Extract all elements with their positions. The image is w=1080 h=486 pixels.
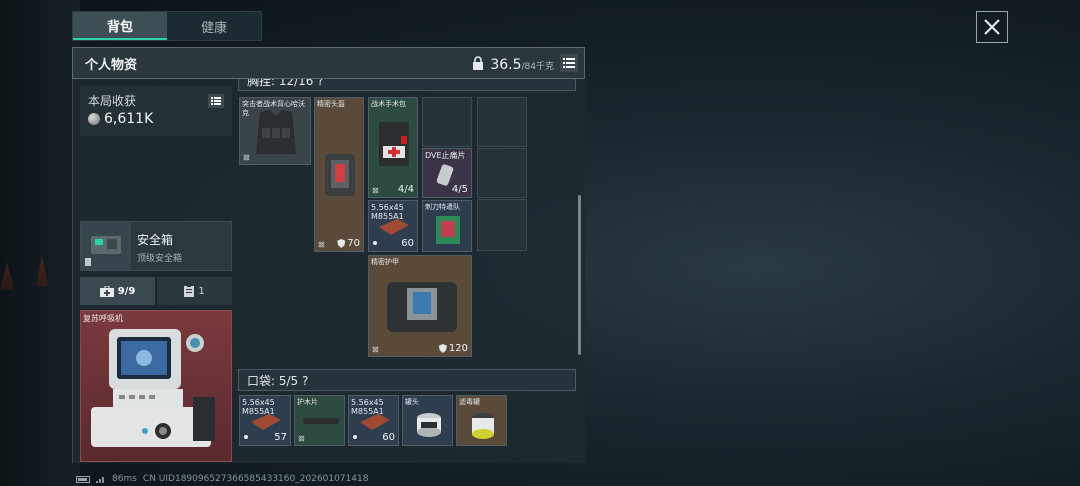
item-count: 60 [401, 238, 414, 249]
vest-image [256, 110, 296, 154]
battery-icon [76, 475, 90, 483]
revive-item-name: 复苏呼吸机 [83, 314, 123, 323]
item-name: 护木片 [297, 398, 318, 406]
revive-ventilator-item[interactable]: 复苏呼吸机 [80, 310, 232, 462]
empty-slot[interactable] [477, 199, 527, 251]
close-button[interactable] [976, 11, 1008, 43]
subtab-clipboard-label: 1 [198, 285, 205, 297]
safe-box-thumbnail [81, 222, 131, 270]
subtab-medkit-label: 9/9 [117, 285, 136, 297]
item-tag: ⊠ [318, 240, 325, 249]
pocket-header: 口袋: 5/5 ? [238, 369, 576, 391]
inventory-grid: 胸挂: 12/16 ? 突击者战术背心哈沃克 ⊠ 精密头盔 ⊠ 70 战术手术包… [237, 79, 580, 463]
background-left [0, 0, 80, 486]
tab-backpack[interactable]: 背包 [73, 12, 167, 40]
bayonet-squad-image [436, 216, 460, 244]
helmet-image [325, 154, 355, 196]
item-name: 罐头 [405, 398, 419, 406]
handguard-item[interactable]: 护木片 ⊠ [294, 395, 345, 446]
item-count: 57 [274, 432, 287, 443]
handguard-image [303, 418, 339, 424]
ventilator-image [91, 329, 215, 447]
painkiller-item[interactable]: DVE止痛片 4/5 [422, 148, 472, 198]
item-name: 战术手术包 [371, 100, 406, 108]
grid-scrollbar[interactable] [578, 195, 581, 355]
ammo-box-image [251, 414, 281, 430]
clipboard-icon [184, 285, 195, 297]
top-tabs: 背包 健康 [72, 11, 262, 41]
empty-slot[interactable] [477, 148, 527, 198]
pocket-ammo-item[interactable]: 5.56x45 M855A1 57 [239, 395, 291, 446]
empty-slot[interactable] [477, 97, 527, 147]
item-tag: ⊠ [243, 153, 250, 162]
uid-text: CN UID18909652736658543316​0_20260107141… [142, 474, 369, 484]
bayonet-squad-item[interactable]: 刺刀特遣队 [422, 200, 472, 252]
item-tag: ⊠ [372, 186, 379, 195]
weight-max: /84千克 [521, 61, 555, 72]
page-title: 个人物资 [85, 57, 138, 73]
item-name: DVE止痛片 [425, 151, 466, 160]
weight-current: 36.5 [490, 56, 522, 73]
surgery-kit-item[interactable]: 战术手术包 ⊠ 4/4 [368, 97, 418, 198]
close-icon [984, 19, 1000, 35]
item-tag: ⊠ [372, 345, 379, 354]
ammo-m855a1-item[interactable]: 5.56x45 M855A1 60 [368, 200, 418, 252]
chest-rig-header: 胸挂: 12/16 ? [238, 79, 576, 91]
can-image [417, 413, 441, 437]
item-durability: 120 [448, 343, 468, 354]
safe-box-subtitle: 顶级安全箱 [137, 254, 183, 264]
ping-value: 86ms [112, 474, 137, 484]
precision-armor-item[interactable]: 精密护甲 ⊠ 120 [368, 255, 472, 357]
item-count: 4/4 [397, 184, 414, 195]
earnings-value: 6,611K [104, 111, 154, 127]
ammo-dot [244, 435, 248, 439]
item-count: 4/5 [451, 184, 468, 195]
item-count: 60 [382, 432, 395, 443]
item-name: 滤毒罐 [459, 398, 480, 406]
ammo-box-image [360, 414, 390, 430]
earnings-panel: 本局收获 6,611K [80, 86, 232, 136]
durability-shield-icon [438, 344, 447, 353]
item-name: 精密头盔 [317, 100, 345, 108]
list-icon [563, 58, 575, 68]
surgery-kit-image [379, 122, 409, 166]
status-bar: 86ms CN UID18909652736658543316​0_202601… [76, 472, 368, 486]
tab-health[interactable]: 健康 [167, 12, 261, 40]
subtab-clipboard[interactable]: 1 [157, 277, 232, 305]
item-tag: ⊠ [298, 434, 305, 443]
signal-icon [96, 477, 104, 483]
safe-box[interactable]: 安全箱 顶级安全箱 [80, 221, 232, 271]
item-durability: 70 [347, 238, 360, 249]
subtab-medkit[interactable]: 9/9 [80, 277, 155, 305]
chest-rig-vest-item[interactable]: 突击者战术背心哈沃克 ⊠ [239, 97, 311, 165]
weight-lock-icon [473, 56, 484, 70]
item-name: 刺刀特遣队 [425, 203, 460, 211]
ammo-dot [373, 241, 377, 245]
coin-icon [88, 113, 100, 125]
gas-filter-image [472, 413, 494, 439]
ammo-dot [353, 435, 357, 439]
safe-box-name: 安全箱 [137, 233, 174, 247]
armor-image [387, 282, 457, 332]
header-list-button[interactable] [560, 54, 578, 72]
empty-slot[interactable] [422, 97, 472, 147]
pocket-ammo-item-2[interactable]: 5.56x45 M855A1 60 [348, 395, 399, 446]
precision-helmet-item[interactable]: 精密头盔 ⊠ 70 [314, 97, 364, 252]
ammo-box-image [379, 219, 409, 235]
earnings-list-icon[interactable] [208, 94, 224, 108]
durability-shield-icon [337, 239, 346, 248]
item-name: 精密护甲 [371, 258, 399, 266]
inventory-header: 个人物资 36.5/84千克 [72, 47, 585, 79]
safe-subtabs: 9/9 1 [80, 277, 232, 305]
gas-filter-item[interactable]: 滤毒罐 [456, 395, 507, 446]
medkit-icon [99, 285, 114, 297]
earnings-title: 本局收获 [88, 94, 137, 108]
canned-food-item[interactable]: 罐头 [402, 395, 453, 446]
